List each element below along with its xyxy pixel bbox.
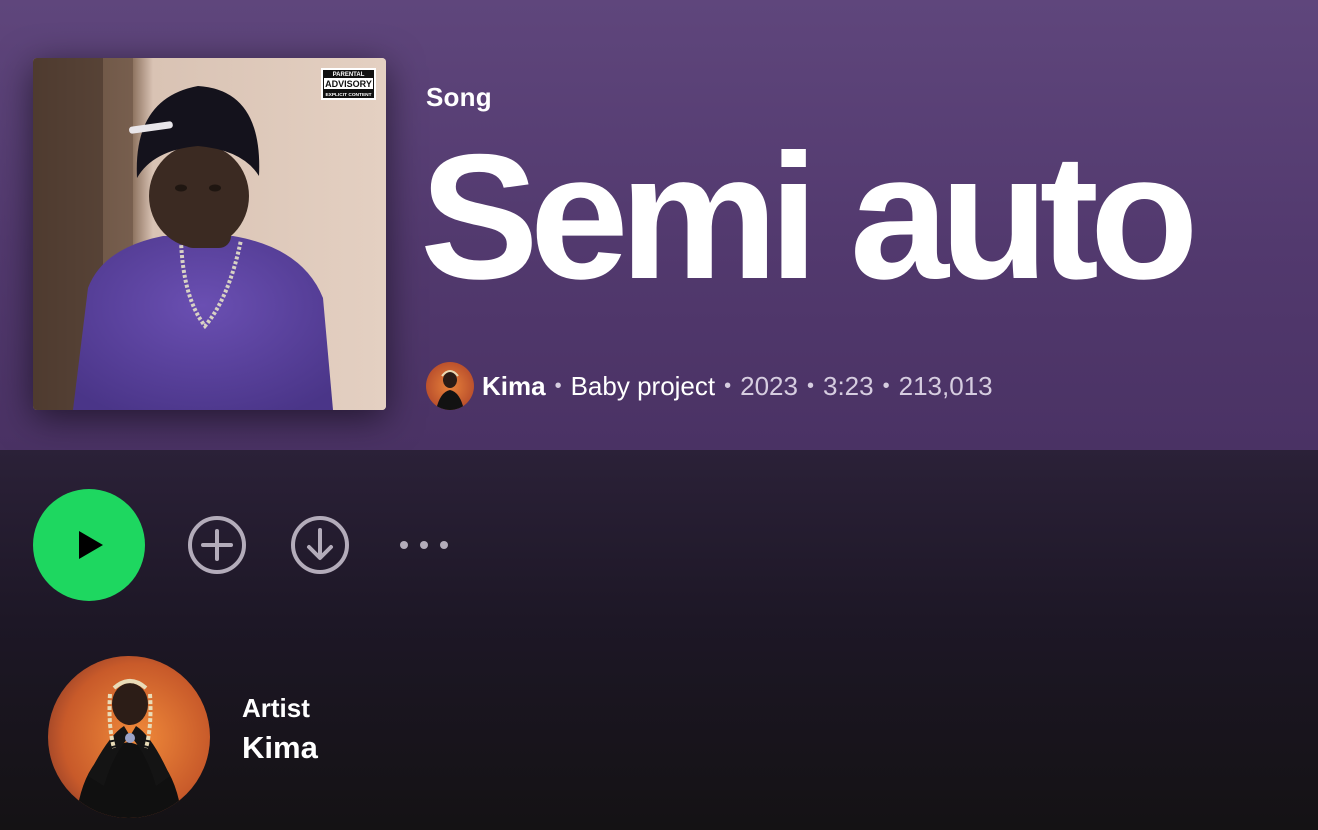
song-duration: 3:23 — [823, 370, 874, 401]
play-icon — [79, 531, 103, 559]
download-circle-icon — [291, 516, 349, 574]
album-cover: PARENTAL ADVISORY EXPLICIT CONTENT — [33, 58, 386, 410]
album-cover-art: PARENTAL ADVISORY EXPLICIT CONTENT — [33, 58, 386, 410]
meta-separator: • — [806, 374, 814, 397]
download-button[interactable] — [289, 514, 351, 576]
release-year: 2023 — [740, 370, 798, 401]
play-count: 213,013 — [898, 370, 993, 401]
add-to-library-button[interactable] — [186, 514, 248, 576]
album-link[interactable]: Baby project — [571, 371, 716, 402]
add-circle-icon — [188, 516, 246, 574]
play-button[interactable] — [33, 489, 145, 601]
artist-avatar-small-image — [426, 362, 474, 410]
advisory-line-3: EXPLICIT CONTENT — [325, 92, 371, 98]
advisory-line-2: ADVISORY — [325, 79, 372, 89]
more-dots-icon — [400, 541, 448, 549]
artist-card[interactable]: Artist Kima — [48, 656, 318, 818]
more-options-button[interactable] — [394, 524, 454, 566]
song-header: PARENTAL ADVISORY EXPLICIT CONTENT Song … — [0, 0, 1318, 450]
artist-avatar-small[interactable] — [426, 362, 474, 410]
song-meta: Kima • Baby project • 2023 • 3:23 • 213,… — [426, 361, 993, 411]
artist-avatar[interactable] — [48, 656, 210, 818]
meta-separator: • — [882, 374, 890, 397]
item-type-label: Song — [426, 82, 492, 112]
artist-link[interactable]: Kima — [482, 371, 546, 402]
meta-separator: • — [724, 374, 732, 397]
advisory-line-1: PARENTAL — [333, 72, 365, 78]
artist-avatar-image — [48, 656, 210, 818]
artist-text: Artist Kima — [242, 693, 318, 766]
meta-separator: • — [554, 374, 562, 397]
artist-name[interactable]: Kima — [242, 730, 318, 766]
song-title: Semi auto — [420, 117, 1199, 316]
song-page: PARENTAL ADVISORY EXPLICIT CONTENT Song … — [0, 0, 1318, 830]
artist-kind-label: Artist — [242, 692, 310, 723]
